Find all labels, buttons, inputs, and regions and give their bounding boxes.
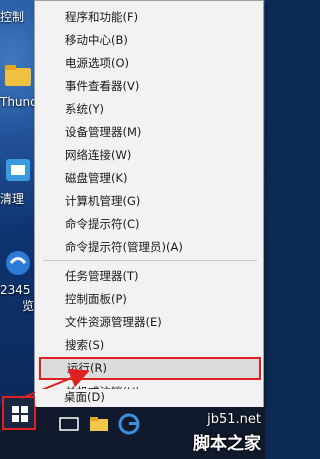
watermark-brand: 脚本之家 (193, 434, 261, 454)
menu-item-desktop[interactable]: 桌面(D) (35, 389, 155, 406)
watermark: jb51.net 脚本之家 (165, 412, 265, 459)
watermark-site: jb51.net (207, 412, 261, 427)
